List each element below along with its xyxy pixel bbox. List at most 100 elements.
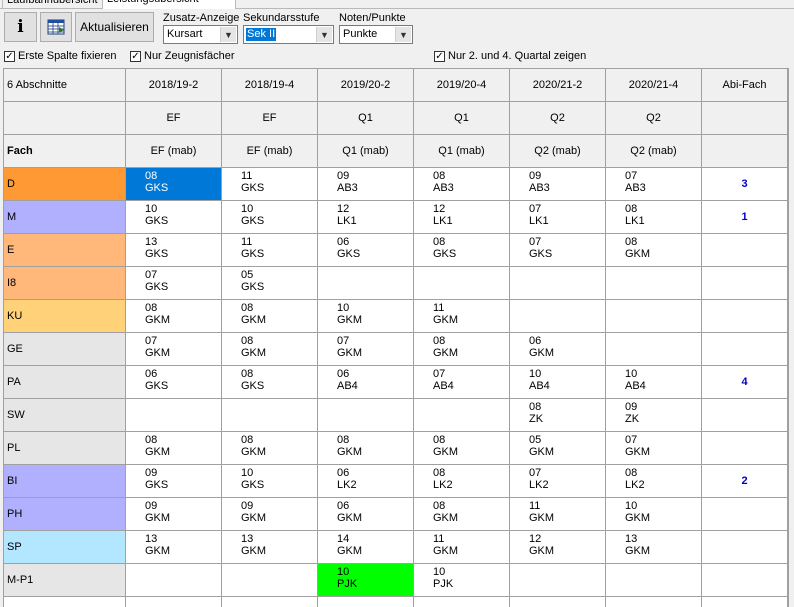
grade-cell[interactable] <box>222 564 318 597</box>
abi-fach-cell[interactable]: 3 <box>702 168 788 201</box>
grade-cell[interactable]: 07 LK1 <box>510 201 606 234</box>
grade-cell[interactable]: 10 PJK <box>414 564 510 597</box>
grade-cell[interactable]: 08 AB3 <box>414 168 510 201</box>
grade-cell[interactable]: 10 AB4 <box>606 366 702 399</box>
grade-cell[interactable]: 10 GKS <box>126 201 222 234</box>
abi-fach-cell[interactable] <box>702 234 788 267</box>
grade-cell[interactable]: 08 GKM <box>318 432 414 465</box>
grade-cell[interactable]: 08 GKM <box>414 432 510 465</box>
grade-cell[interactable]: 11 GKS <box>222 234 318 267</box>
grade-cell[interactable]: 07 AB4 <box>414 366 510 399</box>
grade-cell[interactable]: 08 GKM <box>126 300 222 333</box>
grade-cell[interactable]: 07 AB3 <box>606 168 702 201</box>
abi-fach-cell[interactable] <box>702 300 788 333</box>
abi-fach-cell[interactable]: 1 <box>702 201 788 234</box>
subject-cell[interactable]: D <box>4 168 126 201</box>
subject-cell[interactable]: E <box>4 234 126 267</box>
grade-cell[interactable]: 06 GKM <box>510 333 606 366</box>
grade-cell[interactable]: 07 GKS <box>510 234 606 267</box>
grade-cell[interactable]: 11 GKS <box>222 168 318 201</box>
subject-cell[interactable]: M <box>4 201 126 234</box>
grade-cell[interactable]: 12 LK1 <box>414 201 510 234</box>
abi-fach-cell[interactable]: 2 <box>702 465 788 498</box>
grade-cell[interactable]: 08 GKS <box>126 168 222 201</box>
grade-cell[interactable]: 05 GKS <box>222 267 318 300</box>
chk-nur-quartal[interactable]: ✓ Nur 2. und 4. Quartal zeigen <box>434 49 586 63</box>
grade-cell[interactable] <box>318 399 414 432</box>
grade-cell[interactable]: 10 GKS <box>222 465 318 498</box>
grade-cell[interactable]: 10 GKM <box>318 300 414 333</box>
grade-cell[interactable]: 06 GKM <box>318 498 414 531</box>
subject-cell[interactable]: GE <box>4 333 126 366</box>
grade-cell[interactable]: 07 GKM <box>126 333 222 366</box>
chk-erste-spalte-fixieren[interactable]: ✓ Erste Spalte fixieren <box>4 49 116 63</box>
grade-cell[interactable]: 08 GKM <box>126 432 222 465</box>
grade-cell[interactable]: 13 GKS <box>126 234 222 267</box>
grade-cell[interactable]: 09 ZK <box>606 399 702 432</box>
grade-cell[interactable]: 09 GKM <box>222 498 318 531</box>
grade-cell[interactable] <box>414 267 510 300</box>
grade-cell[interactable] <box>510 564 606 597</box>
abi-fach-cell[interactable] <box>702 432 788 465</box>
grade-cell[interactable]: 11 GKM <box>414 300 510 333</box>
grade-cell[interactable]: 10 PJK <box>318 564 414 597</box>
grade-cell[interactable] <box>510 300 606 333</box>
grade-cell[interactable] <box>126 399 222 432</box>
grade-cell[interactable] <box>606 267 702 300</box>
abi-fach-cell[interactable]: 4 <box>702 366 788 399</box>
tab-laufbahnuebersicht[interactable]: Laufbahnübersicht <box>2 0 108 8</box>
grade-cell[interactable]: 09 GKS <box>126 465 222 498</box>
grade-cell[interactable]: 09 GKM <box>126 498 222 531</box>
grade-cell[interactable] <box>126 564 222 597</box>
grade-cell[interactable]: 06 GKS <box>126 366 222 399</box>
grade-cell[interactable] <box>510 267 606 300</box>
grade-cell[interactable]: 11 GKM <box>510 498 606 531</box>
sekundarstufe-select[interactable]: Sek II ▼ <box>243 25 334 44</box>
grade-cell[interactable]: 09 AB3 <box>318 168 414 201</box>
abi-fach-cell[interactable] <box>702 267 788 300</box>
grade-cell[interactable] <box>606 300 702 333</box>
grade-cell[interactable]: 08 LK2 <box>414 465 510 498</box>
grade-cell[interactable]: 08 ZK <box>510 399 606 432</box>
zusatz-anzeige-select[interactable]: Kursart ▼ <box>163 25 238 44</box>
grade-cell[interactable]: 06 AB4 <box>318 366 414 399</box>
subject-cell[interactable]: I8 <box>4 267 126 300</box>
grade-cell[interactable]: 07 GKM <box>606 432 702 465</box>
abi-fach-cell[interactable] <box>702 564 788 597</box>
subject-cell[interactable]: KU <box>4 300 126 333</box>
abi-fach-cell[interactable] <box>702 498 788 531</box>
grade-cell[interactable] <box>318 267 414 300</box>
grade-cell[interactable] <box>222 399 318 432</box>
grade-cell[interactable]: 08 GKM <box>414 498 510 531</box>
column-header-period[interactable]: 2019/20-4 <box>414 69 510 102</box>
grade-cell[interactable]: 07 GKS <box>126 267 222 300</box>
refresh-button[interactable]: Aktualisieren <box>75 12 154 42</box>
grade-cell[interactable] <box>414 399 510 432</box>
column-header-period[interactable]: 2019/20-2 <box>318 69 414 102</box>
grade-cell[interactable] <box>606 564 702 597</box>
subject-cell[interactable]: PH <box>4 498 126 531</box>
subject-cell[interactable]: PL <box>4 432 126 465</box>
grade-cell[interactable]: 13 GKM <box>222 531 318 564</box>
grade-cell[interactable]: 10 AB4 <box>510 366 606 399</box>
info-button[interactable]: i <box>4 12 37 42</box>
grade-cell[interactable]: 06 GKS <box>318 234 414 267</box>
grade-cell[interactable]: 08 GKS <box>414 234 510 267</box>
grade-cell[interactable]: 12 LK1 <box>318 201 414 234</box>
grade-cell[interactable]: 07 LK2 <box>510 465 606 498</box>
tab-leistungsuebersicht[interactable]: Leistungsübersicht <box>102 0 236 9</box>
grade-cell[interactable]: 08 GKM <box>222 333 318 366</box>
subject-cell[interactable]: M-P1 <box>4 564 126 597</box>
grade-cell[interactable]: 08 GKM <box>222 300 318 333</box>
column-header-period[interactable]: 2018/19-2 <box>126 69 222 102</box>
subject-cell[interactable]: PA <box>4 366 126 399</box>
subject-cell[interactable]: SW <box>4 399 126 432</box>
subject-cell[interactable]: BI <box>4 465 126 498</box>
abi-fach-cell[interactable] <box>702 399 788 432</box>
abi-fach-cell[interactable] <box>702 531 788 564</box>
grade-cell[interactable]: 11 GKM <box>414 531 510 564</box>
grade-cell[interactable]: 10 GKM <box>606 498 702 531</box>
abi-fach-header[interactable]: Abi-Fach <box>702 69 788 102</box>
grade-cell[interactable] <box>606 333 702 366</box>
noten-punkte-select[interactable]: Punkte ▼ <box>339 25 413 44</box>
